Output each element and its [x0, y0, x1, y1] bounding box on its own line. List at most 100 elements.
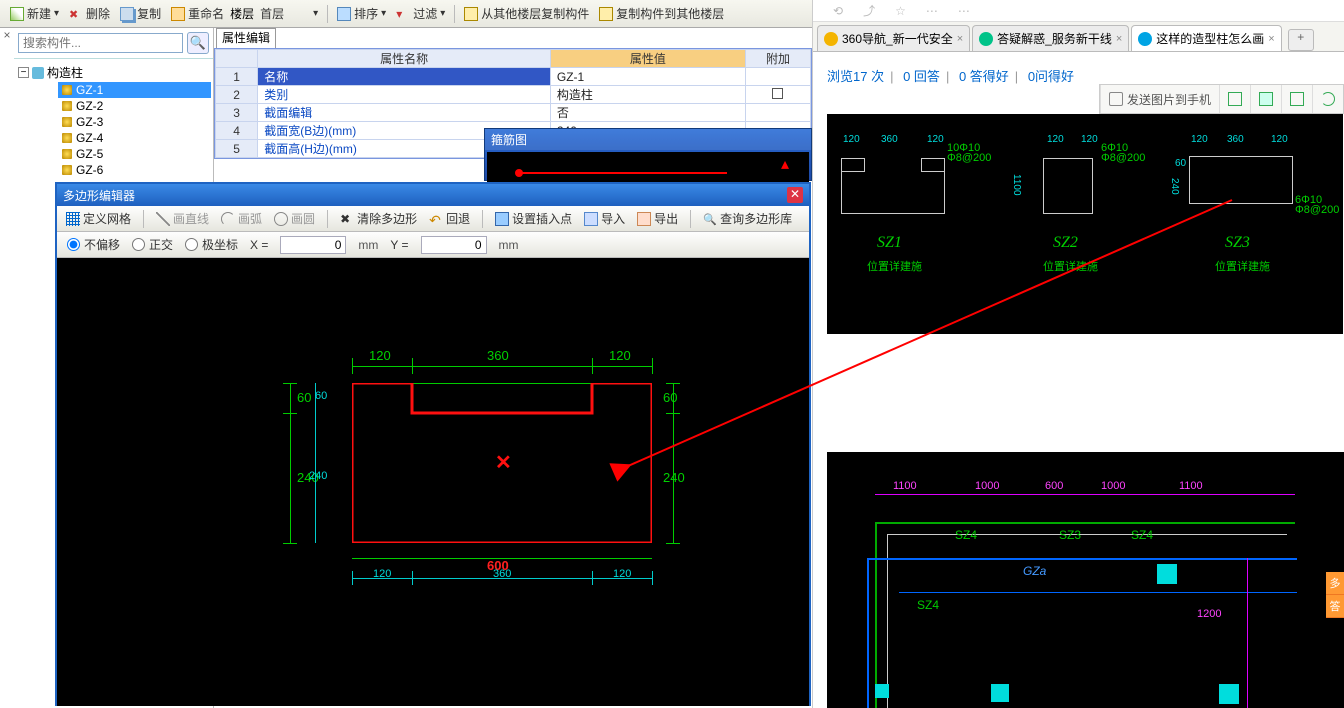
share-button[interactable]	[1281, 85, 1312, 113]
browser-panel: ⟲⤴☆⋯⋯ 360导航_新一代安全×答疑解惑_服务新干线× 这样的造型柱怎么画 × +…	[812, 0, 1344, 708]
polygon-toolbar: 定义网格 画直线 画弧 画圆 清除多边形 回退 设置插入点 导入 导出 查询多边…	[57, 206, 809, 232]
delete-button[interactable]: 删除	[65, 3, 114, 24]
browser-tab[interactable]: 答疑解惑_服务新干线×	[972, 25, 1129, 51]
circle-icon	[274, 212, 288, 226]
close-icon[interactable]: ✕	[787, 187, 803, 203]
floor-select[interactable]: 首层▾	[256, 3, 322, 24]
copy-button[interactable]: 复制	[116, 3, 165, 24]
sort-button[interactable]: 排序▾	[333, 3, 390, 24]
x-input[interactable]	[280, 236, 346, 254]
fullscreen-button[interactable]	[1219, 85, 1250, 113]
tab-label: 这样的造型柱怎么画	[1156, 30, 1264, 47]
tree-item-GZ-5[interactable]: GZ-5	[58, 146, 211, 162]
panel-close-x[interactable]: ×	[0, 28, 14, 42]
dim-top-right: 120	[609, 348, 631, 363]
new-tab-button[interactable]: +	[1288, 29, 1314, 51]
side-orange-buttons[interactable]: 多答	[1326, 572, 1344, 618]
polygon-options: 不偏移 正交 极坐标 X = mm Y = mm	[57, 232, 809, 258]
grid-icon	[66, 212, 80, 226]
address-placeholder-row: ⟲⤴☆⋯⋯	[813, 0, 1344, 22]
no-offset-radio[interactable]: 不偏移	[67, 236, 120, 253]
rotate-button[interactable]	[1312, 85, 1343, 113]
prop-row[interactable]: 3截面编辑否	[216, 104, 811, 122]
favicon-icon	[824, 32, 838, 46]
download-button[interactable]	[1250, 85, 1281, 113]
undo-button[interactable]: 回退	[426, 208, 473, 229]
export-icon	[637, 212, 651, 226]
tree-item-label: GZ-4	[76, 131, 103, 145]
fullscreen-icon	[1228, 92, 1242, 106]
tree-item-GZ-2[interactable]: GZ-2	[58, 98, 211, 114]
tab-close-icon[interactable]: ×	[957, 33, 963, 45]
copy-to-icon	[599, 7, 613, 21]
undo-icon	[429, 212, 443, 226]
tree-item-label: GZ-1	[76, 83, 103, 97]
export-button[interactable]: 导出	[634, 208, 681, 229]
browser-tabbar: 360导航_新一代安全×答疑解惑_服务新干线× 这样的造型柱怎么画 × +	[813, 22, 1344, 52]
bullet-icon	[62, 149, 72, 159]
folder-icon	[32, 67, 44, 79]
rename-button[interactable]: 重命名	[167, 3, 228, 24]
dim-l240c: 240	[309, 470, 327, 482]
y-input[interactable]	[421, 236, 487, 254]
draw-line-button[interactable]: 画直线	[153, 208, 212, 229]
tab-close-icon[interactable]: ×	[1116, 33, 1122, 45]
new-icon	[10, 7, 24, 21]
filter-button[interactable]: 过滤▾	[392, 3, 449, 24]
col-extra: 附加	[745, 50, 810, 68]
insertion-point-icon: ✕	[495, 450, 512, 475]
x-unit: mm	[358, 238, 378, 252]
property-tab[interactable]: 属性编辑	[216, 28, 276, 48]
arc-icon	[221, 212, 235, 226]
search-input[interactable]	[18, 33, 183, 53]
search-button[interactable]: 🔍	[187, 32, 209, 54]
rename-icon	[171, 7, 185, 21]
tree-item-GZ-3[interactable]: GZ-3	[58, 114, 211, 130]
phone-icon	[1109, 92, 1123, 106]
rotate-icon	[1321, 92, 1335, 106]
polar-radio[interactable]: 极坐标	[185, 236, 238, 253]
polygon-title-text: 多边形编辑器	[63, 187, 135, 204]
send-to-phone-button[interactable]: 发送图片到手机	[1100, 85, 1219, 113]
dim-b120r: 120	[613, 568, 631, 580]
polygon-titlebar[interactable]: 多边形编辑器 ✕	[57, 184, 809, 206]
dim-top-left: 120	[369, 348, 391, 363]
cad-preview-top: 120 360 120 10Φ10 Φ8@200 SZ1 位置详建施 120 1…	[827, 114, 1343, 334]
browser-tab[interactable]: 这样的造型柱怎么画 ×	[1131, 25, 1281, 51]
draw-circle-button[interactable]: 画圆	[271, 208, 318, 229]
save-icon	[1259, 92, 1273, 106]
prop-row[interactable]: 1名称GZ-1	[216, 68, 811, 86]
prop-row[interactable]: 2类别构造柱	[216, 86, 811, 104]
delete-icon	[69, 7, 83, 21]
tree-item-GZ-6[interactable]: GZ-6	[58, 162, 211, 178]
tab-close-icon[interactable]: ×	[1268, 33, 1274, 45]
dim-l60: 60	[297, 390, 311, 405]
favicon-icon	[979, 32, 993, 46]
bullet-icon	[62, 101, 72, 111]
tree-root[interactable]: − 构造柱	[16, 63, 211, 82]
ortho-radio[interactable]: 正交	[132, 236, 173, 253]
search-row: 🔍	[14, 28, 213, 59]
copy-icon	[120, 7, 134, 21]
checkbox-icon[interactable]	[772, 88, 783, 99]
collapse-icon[interactable]: −	[18, 67, 29, 78]
dim-b120l: 120	[373, 568, 391, 580]
draw-arc-button[interactable]: 画弧	[218, 208, 265, 229]
import-button[interactable]: 导入	[581, 208, 628, 229]
new-button[interactable]: 新建▾	[6, 3, 63, 24]
tree-item-label: GZ-6	[76, 163, 103, 177]
query-library-button[interactable]: 查询多边形库	[700, 208, 795, 229]
copy-to-floor-button[interactable]: 复制构件到其他楼层	[595, 3, 728, 24]
rebar-window: 箍筋图 ▴	[484, 128, 812, 181]
bullet-icon	[62, 85, 72, 95]
tree-item-GZ-4[interactable]: GZ-4	[58, 130, 211, 146]
browser-tab[interactable]: 360导航_新一代安全×	[817, 25, 970, 51]
clear-polygon-button[interactable]: 清除多边形	[337, 208, 420, 229]
define-grid-button[interactable]: 定义网格	[63, 208, 134, 229]
cad-preview-bottom: 1100 1000 600 1000 1100 SZ4 SZ3 SZ4 SZ4 …	[827, 452, 1344, 708]
copy-from-floor-button[interactable]: 从其他楼层复制构件	[460, 3, 593, 24]
set-insert-point-button[interactable]: 设置插入点	[492, 208, 575, 229]
clear-icon	[340, 212, 354, 226]
polygon-canvas[interactable]: 120 360 120 60 240 60 240 60 240 600	[57, 258, 809, 706]
tree-item-GZ-1[interactable]: GZ-1	[58, 82, 211, 98]
